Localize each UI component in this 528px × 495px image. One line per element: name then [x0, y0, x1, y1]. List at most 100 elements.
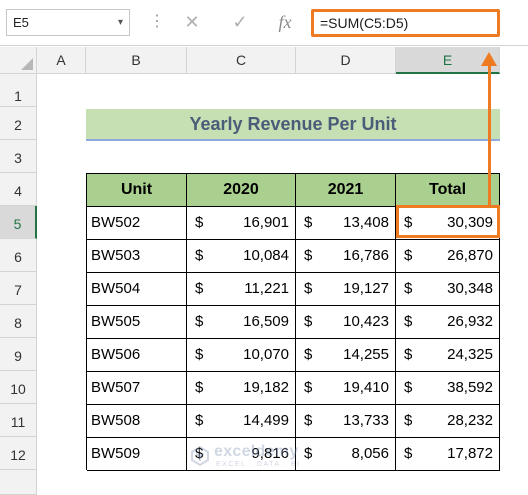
currency-symbol: $	[304, 280, 313, 297]
header-2020[interactable]: 2020	[187, 174, 296, 207]
cell-value: 16,786	[343, 247, 389, 264]
name-box[interactable]: E5 ▾	[6, 9, 130, 36]
drag-handle-icon[interactable]: ⋮	[149, 14, 165, 30]
watermark: exceldemy EXCEL · DATA · BI	[190, 442, 340, 472]
cell-value: 10,423	[343, 313, 389, 330]
table-cell-total[interactable]: $30,348	[396, 273, 500, 306]
currency-symbol: $	[195, 379, 204, 396]
column-header-c[interactable]: C	[187, 47, 296, 74]
sheet-title[interactable]: Yearly Revenue Per Unit	[86, 109, 500, 141]
row-header-9[interactable]: 9	[0, 338, 37, 371]
table-cell-y2021[interactable]: $13,408	[296, 207, 396, 240]
currency-symbol: $	[304, 412, 313, 429]
currency-symbol: $	[404, 280, 413, 297]
table-cell-unit[interactable]: BW505	[87, 306, 187, 339]
table-cell-y2020[interactable]: $16,509	[187, 306, 296, 339]
table-cell-y2020[interactable]: $10,070	[187, 339, 296, 372]
table-cell-unit[interactable]: BW509	[87, 438, 187, 471]
header-unit[interactable]: Unit	[87, 174, 187, 207]
table-cell-y2021[interactable]: $13,733	[296, 405, 396, 438]
watermark-tagline: EXCEL · DATA · BI	[216, 461, 301, 468]
row-header-3[interactable]: 3	[0, 140, 37, 173]
table-cell-y2020[interactable]: $11,221	[187, 273, 296, 306]
cancel-icon[interactable]: ✕	[178, 9, 206, 36]
table-cell-total[interactable]: $28,232	[396, 405, 500, 438]
table-cell-y2021[interactable]: $10,423	[296, 306, 396, 339]
exceldemy-logo-icon	[191, 446, 209, 466]
table-cell-y2020[interactable]: $19,182	[187, 372, 296, 405]
currency-symbol: $	[404, 379, 413, 396]
table-cell-unit[interactable]: BW503	[87, 240, 187, 273]
row-header-13[interactable]	[0, 470, 37, 495]
currency-symbol: $	[304, 379, 313, 396]
cell-value: 26,870	[447, 247, 493, 264]
currency-symbol: $	[304, 214, 313, 231]
currency-symbol: $	[195, 214, 204, 231]
row-header-4[interactable]: 4	[0, 173, 37, 206]
name-box-value: E5	[13, 15, 29, 30]
table-cell-unit[interactable]: BW506	[87, 339, 187, 372]
currency-symbol: $	[304, 346, 313, 363]
currency-symbol: $	[404, 445, 413, 462]
cell-value: 10,070	[243, 346, 289, 363]
table-cell-y2021[interactable]: $19,127	[296, 273, 396, 306]
column-header-d[interactable]: D	[296, 47, 396, 74]
insert-function-icon[interactable]: fx	[270, 9, 300, 36]
currency-symbol: $	[404, 313, 413, 330]
table-cell-y2020[interactable]: $10,084	[187, 240, 296, 273]
cell-value: 17,872	[447, 445, 493, 462]
row-header-11[interactable]: 11	[0, 404, 37, 437]
currency-symbol: $	[304, 313, 313, 330]
row-header-8[interactable]: 8	[0, 305, 37, 338]
select-all-triangle-icon	[21, 58, 33, 70]
cell-value: 16,901	[243, 214, 289, 231]
table-cell-total[interactable]: $26,932	[396, 306, 500, 339]
row-header-6[interactable]: 6	[0, 239, 37, 272]
row-header-2[interactable]: 2	[0, 107, 37, 140]
table-cell-unit[interactable]: BW507	[87, 372, 187, 405]
cell-value: 38,592	[447, 379, 493, 396]
table-cell-y2020[interactable]: $14,499	[187, 405, 296, 438]
table-cell-total[interactable]: $24,325	[396, 339, 500, 372]
header-total[interactable]: Total	[396, 174, 500, 207]
table-cell-unit[interactable]: BW508	[87, 405, 187, 438]
cell-value: 26,932	[447, 313, 493, 330]
cell-value: 19,410	[343, 379, 389, 396]
chevron-down-icon[interactable]: ▾	[118, 10, 123, 35]
row-header-5[interactable]: 5	[0, 206, 37, 239]
table-cell-unit[interactable]: BW504	[87, 273, 187, 306]
select-all-corner[interactable]	[0, 47, 37, 74]
cell-value: 14,255	[343, 346, 389, 363]
row-header-7[interactable]: 7	[0, 272, 37, 305]
cell-value: 11,221	[244, 280, 289, 297]
cell-value: 19,182	[243, 379, 289, 396]
table-cell-total[interactable]: $38,592	[396, 372, 500, 405]
cell-value: 16,509	[243, 313, 289, 330]
table-cell-y2020[interactable]: $16,901	[187, 207, 296, 240]
callout-arrow-line	[488, 60, 491, 206]
column-header-a[interactable]: A	[37, 47, 86, 74]
watermark-name: exceldemy	[214, 443, 299, 460]
table-cell-y2021[interactable]: $16,786	[296, 240, 396, 273]
table-cell-unit[interactable]: BW502	[87, 207, 187, 240]
row-header-1[interactable]: 1	[0, 74, 37, 107]
header-2021[interactable]: 2021	[296, 174, 396, 207]
cell-value: 14,499	[243, 412, 289, 429]
table-cell-y2021[interactable]: $14,255	[296, 339, 396, 372]
currency-symbol: $	[404, 412, 413, 429]
cell-value: 13,408	[343, 214, 389, 231]
currency-symbol: $	[195, 280, 204, 297]
table-cell-y2021[interactable]: $19,410	[296, 372, 396, 405]
currency-symbol: $	[195, 346, 204, 363]
currency-symbol: $	[195, 313, 204, 330]
column-header-b[interactable]: B	[86, 47, 187, 74]
cell-value: 24,325	[447, 346, 493, 363]
formula-input[interactable]: =SUM(C5:D5)	[311, 9, 500, 37]
row-header-12[interactable]: 12	[0, 437, 37, 470]
table-cell-total[interactable]: $17,872	[396, 438, 500, 471]
cell-value: 28,232	[447, 412, 493, 429]
enter-icon[interactable]: ✓	[226, 9, 254, 36]
table-cell-total[interactable]: $26,870	[396, 240, 500, 273]
row-header-10[interactable]: 10	[0, 371, 37, 404]
currency-symbol: $	[195, 247, 204, 264]
